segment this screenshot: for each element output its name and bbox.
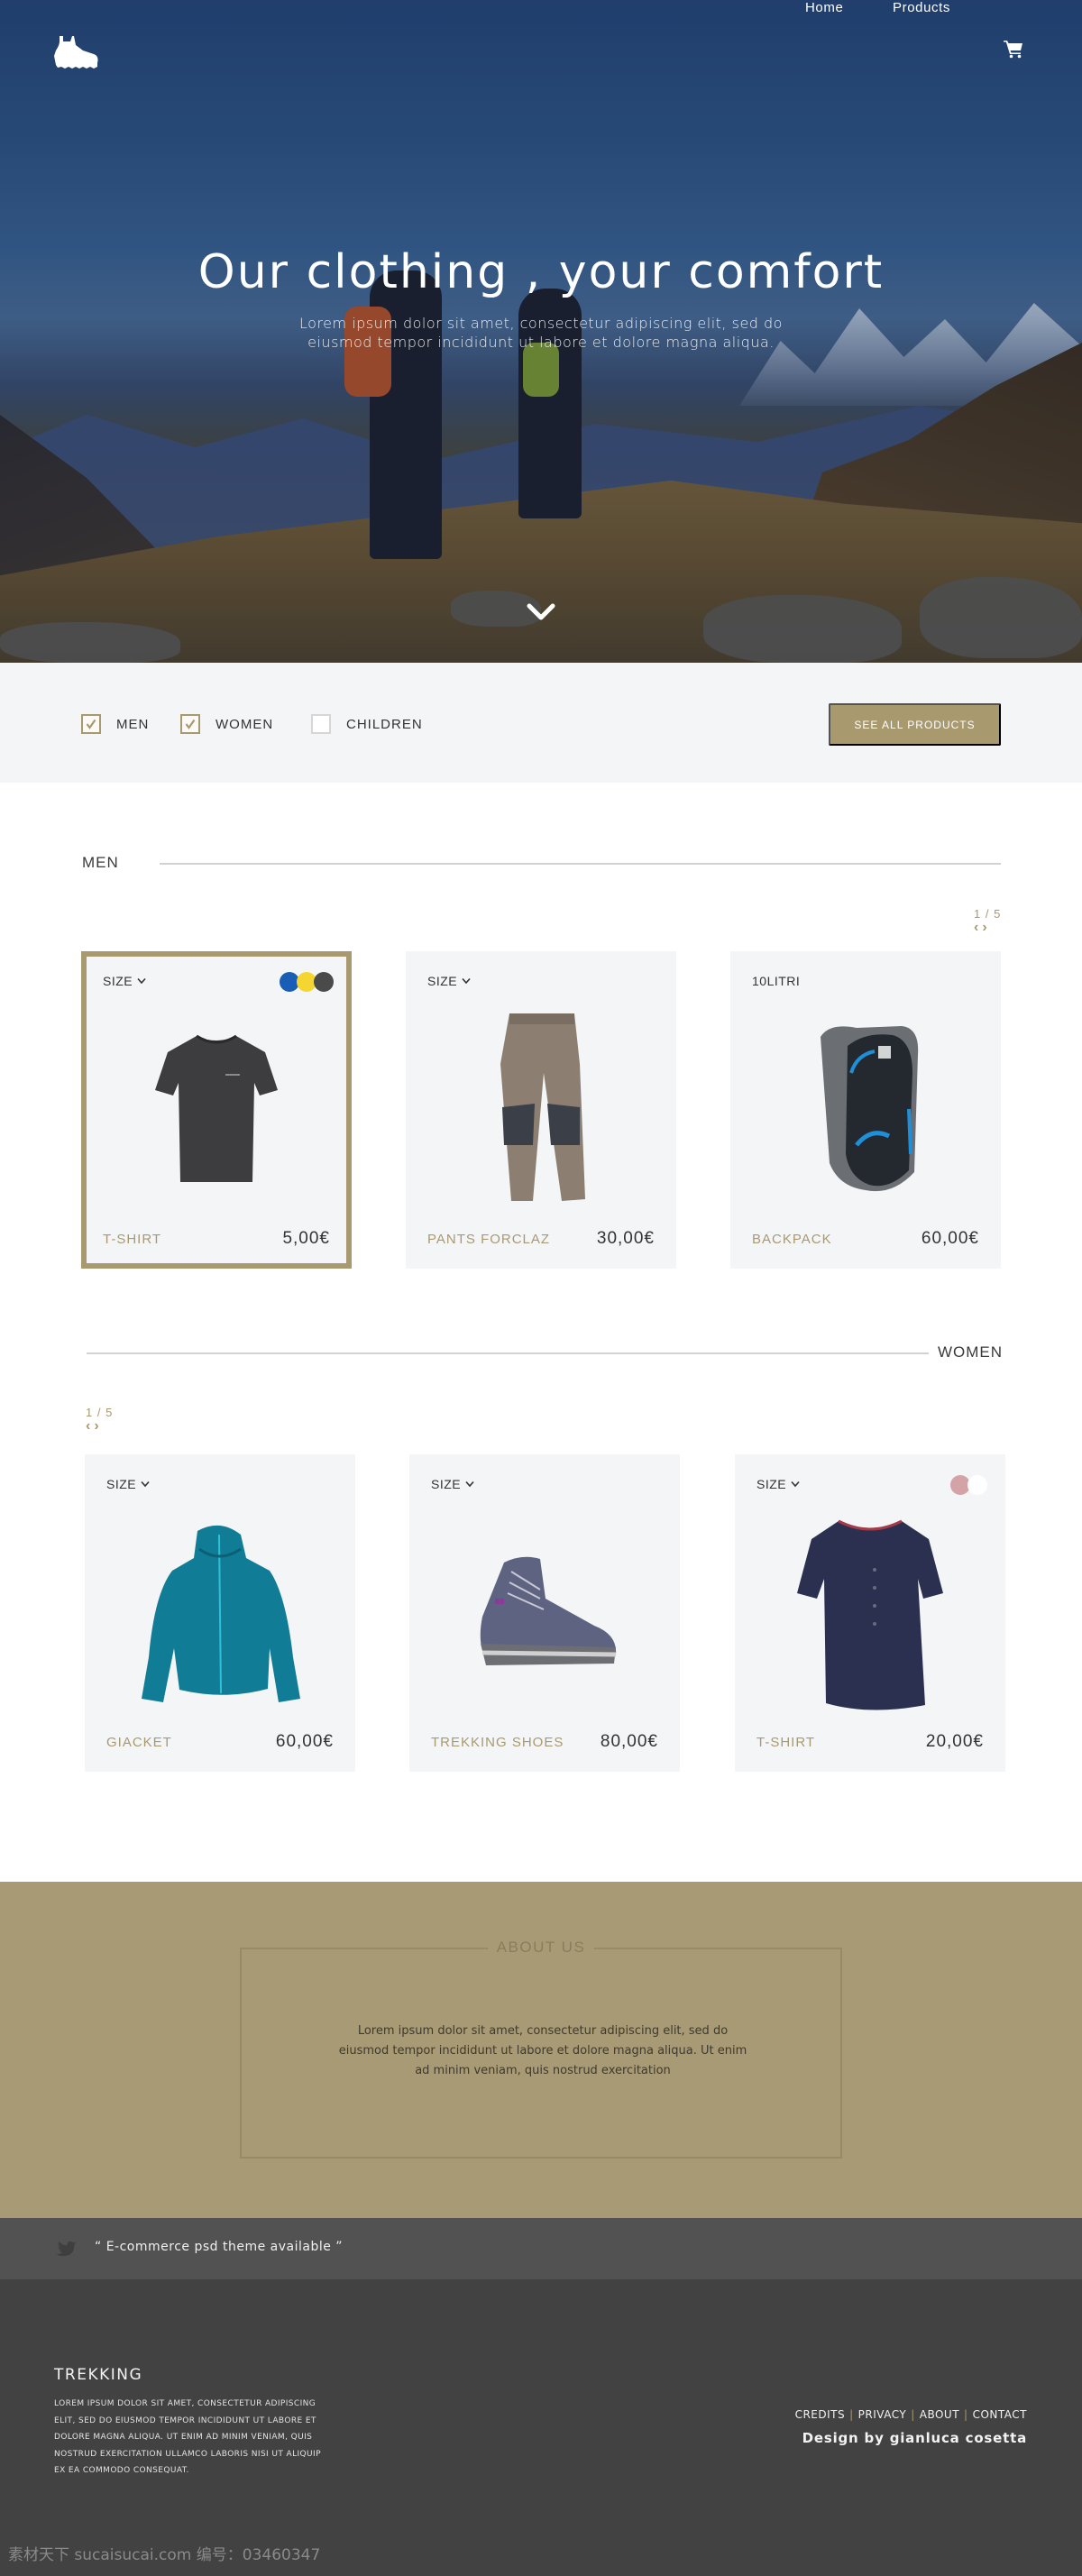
nav-home[interactable]: Home bbox=[805, 0, 843, 15]
filter-men-checkbox[interactable]: MEN bbox=[81, 714, 149, 734]
color-swatch-grey[interactable] bbox=[314, 972, 334, 992]
product-name[interactable]: TREKKING SHOES bbox=[431, 1735, 564, 1750]
product-card-trekking-shoes[interactable]: SIZE TREKKING SHOES 80,00€ bbox=[409, 1454, 680, 1772]
prev-page-arrow-icon[interactable]: ‹ bbox=[974, 921, 978, 935]
product-image-khaki-pants[interactable] bbox=[491, 1010, 591, 1208]
checkbox-checked[interactable] bbox=[81, 714, 101, 734]
next-page-arrow-icon[interactable]: › bbox=[982, 921, 986, 935]
size-dropdown[interactable]: SIZE bbox=[103, 974, 146, 988]
footer-link-contact[interactable]: CONTACT bbox=[973, 2408, 1027, 2421]
prev-page-arrow-icon[interactable]: ‹ bbox=[86, 1419, 90, 1434]
product-card-giacket[interactable]: SIZE GIACKET 60,00€ bbox=[85, 1454, 355, 1772]
product-image-teal-jacket[interactable] bbox=[134, 1522, 306, 1707]
section-divider bbox=[87, 1352, 929, 1354]
checkmark-icon bbox=[86, 719, 96, 729]
size-dropdown[interactable]: SIZE bbox=[427, 974, 471, 988]
twitter-bar: “ E-commerce psd theme available ” bbox=[0, 2218, 1082, 2279]
product-card-tshirt-women[interactable]: SIZE T-SHIRT 20,00€ bbox=[735, 1454, 1005, 1772]
size-label: SIZE bbox=[427, 974, 458, 988]
chevron-down-icon[interactable] bbox=[527, 602, 555, 624]
product-image-black-tshirt[interactable] bbox=[153, 1029, 280, 1191]
size-label: SIZE bbox=[103, 974, 133, 988]
filter-label: MEN bbox=[116, 716, 150, 732]
capacity-label: 10LITRI bbox=[752, 974, 801, 988]
product-price: 20,00€ bbox=[925, 1732, 984, 1751]
separator: | bbox=[964, 2408, 968, 2421]
product-name[interactable]: T-SHIRT bbox=[103, 1232, 161, 1247]
product-image-grey-boot[interactable] bbox=[468, 1554, 621, 1671]
about-title: ABOUT US bbox=[487, 1939, 595, 1956]
checkbox-unchecked[interactable] bbox=[311, 714, 331, 734]
filter-label: CHILDREN bbox=[346, 716, 423, 732]
section-divider bbox=[160, 863, 1001, 865]
product-name[interactable]: BACKPACK bbox=[752, 1232, 832, 1247]
product-image-navy-tshirt[interactable] bbox=[793, 1516, 947, 1714]
section-title-women: WOMEN bbox=[938, 1343, 1004, 1361]
footer-brand-text: LOREM IPSUM DOLOR SIT AMET, CONSECTETUR … bbox=[54, 2399, 321, 2475]
separator: | bbox=[849, 2408, 854, 2421]
product-name[interactable]: PANTS FORCLAZ bbox=[427, 1232, 550, 1247]
product-price: 80,00€ bbox=[600, 1732, 658, 1751]
size-dropdown[interactable]: SIZE bbox=[431, 1477, 474, 1491]
checkmark-icon bbox=[185, 719, 196, 729]
pagination-men: 1 / 5 ‹ › bbox=[974, 907, 1010, 935]
page-counter: 1 / 5 bbox=[974, 907, 1002, 921]
product-card-tshirt-men[interactable]: SIZE T-SHIRT 5,00€ bbox=[81, 951, 352, 1269]
shopping-cart-icon[interactable] bbox=[1003, 39, 1024, 59]
footer-link-credits[interactable]: CREDITS bbox=[795, 2408, 846, 2421]
chevron-down-icon bbox=[791, 1481, 800, 1488]
page-counter: 1 / 5 bbox=[86, 1406, 114, 1419]
footer: TREKKING LOREM IPSUM DOLOR SIT AMET, CON… bbox=[0, 2279, 1082, 2576]
about-box: ABOUT US Lorem ipsum dolor sit amet, con… bbox=[240, 1939, 842, 2159]
see-all-products-button[interactable]: SEE ALL PRODUCTS bbox=[829, 703, 1001, 746]
hiking-boot-icon[interactable] bbox=[52, 34, 99, 70]
checkbox-checked[interactable] bbox=[180, 714, 200, 734]
footer-brand: TREKKING bbox=[54, 2366, 143, 2384]
product-card-pants-forclaz[interactable]: SIZE PANTS FORCLAZ 30,00€ bbox=[406, 951, 676, 1269]
separator: | bbox=[911, 2408, 915, 2421]
category-filter-bar: MEN WOMEN CHILDREN SEE ALL PRODUCTS bbox=[0, 663, 1082, 783]
filter-label: WOMEN bbox=[215, 716, 274, 732]
pagination-women: 1 / 5 ‹ › bbox=[86, 1406, 122, 1434]
color-swatches bbox=[280, 972, 334, 992]
hero-subtitle: Lorem ipsum dolor sit amet, consectetur … bbox=[299, 315, 783, 351]
next-page-arrow-icon[interactable]: › bbox=[94, 1419, 98, 1434]
chevron-down-icon bbox=[141, 1481, 150, 1488]
product-image-black-backpack[interactable] bbox=[802, 1019, 929, 1199]
product-price: 5,00€ bbox=[282, 1229, 330, 1248]
product-price: 60,00€ bbox=[275, 1732, 334, 1751]
product-card-backpack[interactable]: 10LITRI BACKPACK 60,00€ bbox=[730, 951, 1001, 1269]
hero-banner: Home Products Our clothing , your comfor… bbox=[0, 0, 1082, 663]
about-text: Lorem ipsum dolor sit amet, consectetur … bbox=[338, 2024, 747, 2077]
chevron-down-icon bbox=[462, 977, 471, 985]
filter-children-checkbox[interactable]: CHILDREN bbox=[311, 714, 423, 734]
chevron-down-icon bbox=[465, 1481, 474, 1488]
product-price: 30,00€ bbox=[596, 1229, 655, 1248]
filter-women-checkbox[interactable]: WOMEN bbox=[180, 714, 273, 734]
watermark-text: 素材天下 sucaisucai.com 编号：03460347 bbox=[8, 2546, 321, 2564]
section-title-men: MEN bbox=[82, 854, 119, 871]
footer-link-about[interactable]: ABOUT bbox=[920, 2408, 959, 2421]
product-name[interactable]: GIACKET bbox=[106, 1735, 172, 1750]
color-swatch-white[interactable] bbox=[967, 1475, 987, 1495]
footer-links: CREDITS | PRIVACY | ABOUT | CONTACT bbox=[795, 2408, 1027, 2421]
about-section: ABOUT US Lorem ipsum dolor sit amet, con… bbox=[0, 1882, 1082, 2218]
size-label: SIZE bbox=[106, 1477, 137, 1491]
nav-products[interactable]: Products bbox=[893, 0, 950, 15]
designer-credit: Design by gianluca cosetta bbox=[802, 2430, 1027, 2446]
chevron-down-icon bbox=[137, 977, 146, 985]
size-dropdown[interactable]: SIZE bbox=[756, 1477, 800, 1491]
footer-link-privacy[interactable]: PRIVACY bbox=[858, 2408, 907, 2421]
twitter-bird-icon[interactable] bbox=[54, 2241, 78, 2260]
tweet-text: “ E-commerce psd theme available ” bbox=[95, 2240, 344, 2254]
size-label: SIZE bbox=[431, 1477, 462, 1491]
product-name[interactable]: T-SHIRT bbox=[756, 1735, 815, 1750]
hero-title: Our clothing , your comfort bbox=[197, 245, 885, 299]
size-label: SIZE bbox=[756, 1477, 787, 1491]
capacity-label-wrap: 10LITRI bbox=[752, 974, 800, 988]
size-dropdown[interactable]: SIZE bbox=[106, 1477, 150, 1491]
product-price: 60,00€ bbox=[921, 1229, 979, 1248]
color-swatches bbox=[950, 1475, 987, 1495]
